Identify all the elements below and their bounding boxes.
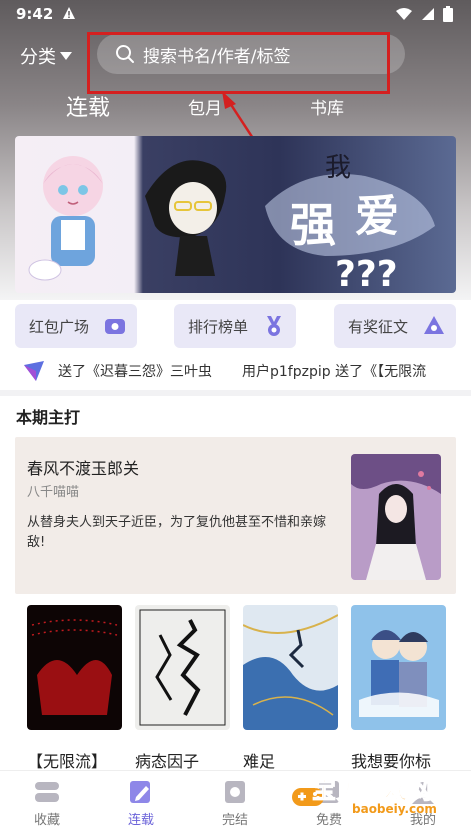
category-dropdown[interactable]: 分类 [20, 43, 72, 69]
quick-link-label: 排行榜单 [188, 317, 249, 336]
featured-description: 从替身夫人到天子近臣，为了复仇他甚至不惜和亲嫁敌! [27, 515, 327, 550]
category-label: 分类 [20, 47, 56, 68]
tab-serial[interactable]: 连载 [66, 90, 110, 122]
book-row: 【无限流】 病态因子 难足 我想要你标 [15, 605, 456, 775]
ticker-message: 送了《迟暮三怨》三叶虫 [58, 364, 212, 380]
tab-monthly[interactable]: 包月 [188, 94, 222, 119]
nav-completed[interactable]: 完结 [205, 779, 265, 828]
nav-label: 收藏 [33, 813, 60, 828]
nav-label: 连载 [127, 813, 154, 828]
svg-text:爱: 爱 [355, 191, 399, 242]
featured-book-card[interactable]: 春风不渡玉郎关 八千喵喵 从替身夫人到天子近臣，为了复仇他甚至不惜和亲嫁敌! [15, 437, 456, 594]
book-item[interactable]: 【无限流】 [27, 605, 122, 772]
quick-link-label: 红包广场 [29, 317, 90, 336]
svg-text:我: 我 [325, 153, 351, 183]
signal-icon [422, 8, 434, 20]
status-bar: 9:42 [0, 0, 471, 30]
book-item[interactable]: 我想要你标 [351, 605, 446, 772]
watermark-text: 宝贝游戏网 [312, 776, 433, 805]
quick-link-essay-contest[interactable]: 有奖征文 [334, 304, 456, 348]
medal-icon [267, 316, 281, 336]
quick-link-ranking[interactable]: 排行榜单 [174, 304, 296, 348]
banner-character-art [28, 156, 103, 281]
quick-link-red-packet[interactable]: 红包广场 [15, 304, 137, 348]
banner-title-art: 强 爱 我 ??? [145, 153, 435, 293]
book-title: 病态因子 [135, 752, 200, 771]
top-tabs: 连载 包月 书库 [0, 88, 471, 124]
section-title: 本期主打 [16, 408, 81, 427]
search-highlight-box [87, 32, 390, 94]
tv-icon [105, 319, 125, 334]
watermark-url: baobeiy.com [352, 802, 437, 816]
featured-title: 春风不渡玉郎关 [27, 459, 140, 478]
edit-icon [130, 781, 150, 803]
megaphone-icon [24, 361, 44, 381]
featured-author: 八千喵喵 [27, 485, 80, 500]
svg-text:强: 强 [290, 198, 336, 252]
nav-label: 完结 [221, 813, 248, 828]
tab-library[interactable]: 书库 [310, 94, 344, 119]
battery-icon [443, 6, 453, 22]
svg-text:???: ??? [335, 254, 398, 293]
watermark: 宝贝游戏网 baobeiy.com [290, 768, 455, 828]
nav-serial[interactable]: 连载 [111, 779, 171, 828]
ticker-message: 用户p1fpzpip 送了《【无限流 [242, 364, 427, 380]
quick-links: 红包广场 排行榜单 有奖征文 [15, 304, 456, 348]
book-cover-image [135, 605, 230, 730]
gift-ticker: 送了《迟暮三怨》三叶虫 用户p1fpzpip 送了《【无限流 [22, 358, 471, 384]
book-cover-image [27, 605, 122, 730]
chevron-down-icon [60, 52, 72, 60]
featured-cover-image [351, 454, 441, 580]
quick-link-label: 有奖征文 [348, 317, 409, 336]
book-item[interactable]: 难足 [242, 605, 339, 772]
alert-icon [63, 7, 75, 19]
book-title: 【无限流】 [27, 752, 108, 771]
wifi-icon [396, 8, 412, 20]
bookshelf-icon [35, 782, 59, 802]
book-cover-image [351, 605, 446, 730]
book-item[interactable]: 病态因子 [135, 605, 230, 772]
triangle-badge-icon [424, 316, 444, 334]
status-indicators [395, 6, 453, 22]
completed-icon [225, 781, 245, 803]
promo-banner[interactable]: 强 爱 我 ??? [15, 136, 456, 293]
nav-favorites[interactable]: 收藏 [17, 779, 77, 828]
section-divider [0, 390, 471, 396]
book-cover-image [242, 605, 339, 730]
status-time: 9:42 [16, 5, 54, 23]
